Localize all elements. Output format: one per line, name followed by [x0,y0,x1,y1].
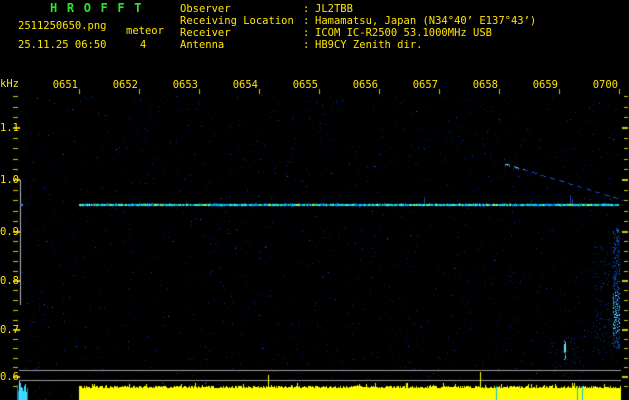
x-tick-label-0651: 0651 [52,79,78,91]
x-tick-label-0655: 0655 [292,79,318,91]
y-tick-label-1.1: 1.1 [0,122,19,134]
y-tick-label-0.6: 0.6 [0,371,19,383]
info-row-antenna: Antenna : HB9CY Zenith dir. [0,39,629,51]
x-tick-label-0653: 0653 [172,79,198,91]
x-tick-label-0654: 0654 [232,79,258,91]
info-label: Receiver [180,27,231,39]
y-tick-label-0.8: 0.8 [0,275,19,287]
info-row-location: Receiving Location : Hamamatsu, Japan (N… [0,15,629,27]
info-value: ICOM IC-R2500 53.1000MHz USB [315,27,493,39]
y-axis-unit: kHz [0,78,19,90]
info-row-receiver: Receiver : ICOM IC-R2500 53.1000MHz USB [0,27,629,39]
y-tick-label-0.9: 0.9 [0,226,19,238]
info-separator: : [303,3,310,15]
info-value: HB9CY Zenith dir. [315,39,423,51]
x-tick-label-0652: 0652 [112,79,138,91]
x-tick-label-0659: 0659 [532,79,558,91]
info-separator: : [303,39,310,51]
info-value: Hamamatsu, Japan (N34°40’ E137°43’) [315,15,537,27]
info-row-observer: Observer : JL2TBB [0,3,629,15]
info-value: JL2TBB [315,3,353,15]
x-tick-label-0656: 0656 [352,79,378,91]
x-tick-label-0658: 0658 [472,79,498,91]
x-tick-label-0700: 0700 [592,79,618,91]
info-label: Observer [180,3,231,15]
spectrogram-canvas [0,0,629,400]
info-separator: : [303,15,310,27]
info-label: Antenna [180,39,225,51]
y-tick-label-1.0: 1.0 [0,174,19,186]
hrofft-screen: H R O F F T 2511250650.png meteor 25.11.… [0,0,629,400]
x-tick-label-0657: 0657 [412,79,438,91]
y-tick-label-0.7: 0.7 [0,324,19,336]
info-label: Receiving Location [180,15,294,27]
info-separator: : [303,27,310,39]
